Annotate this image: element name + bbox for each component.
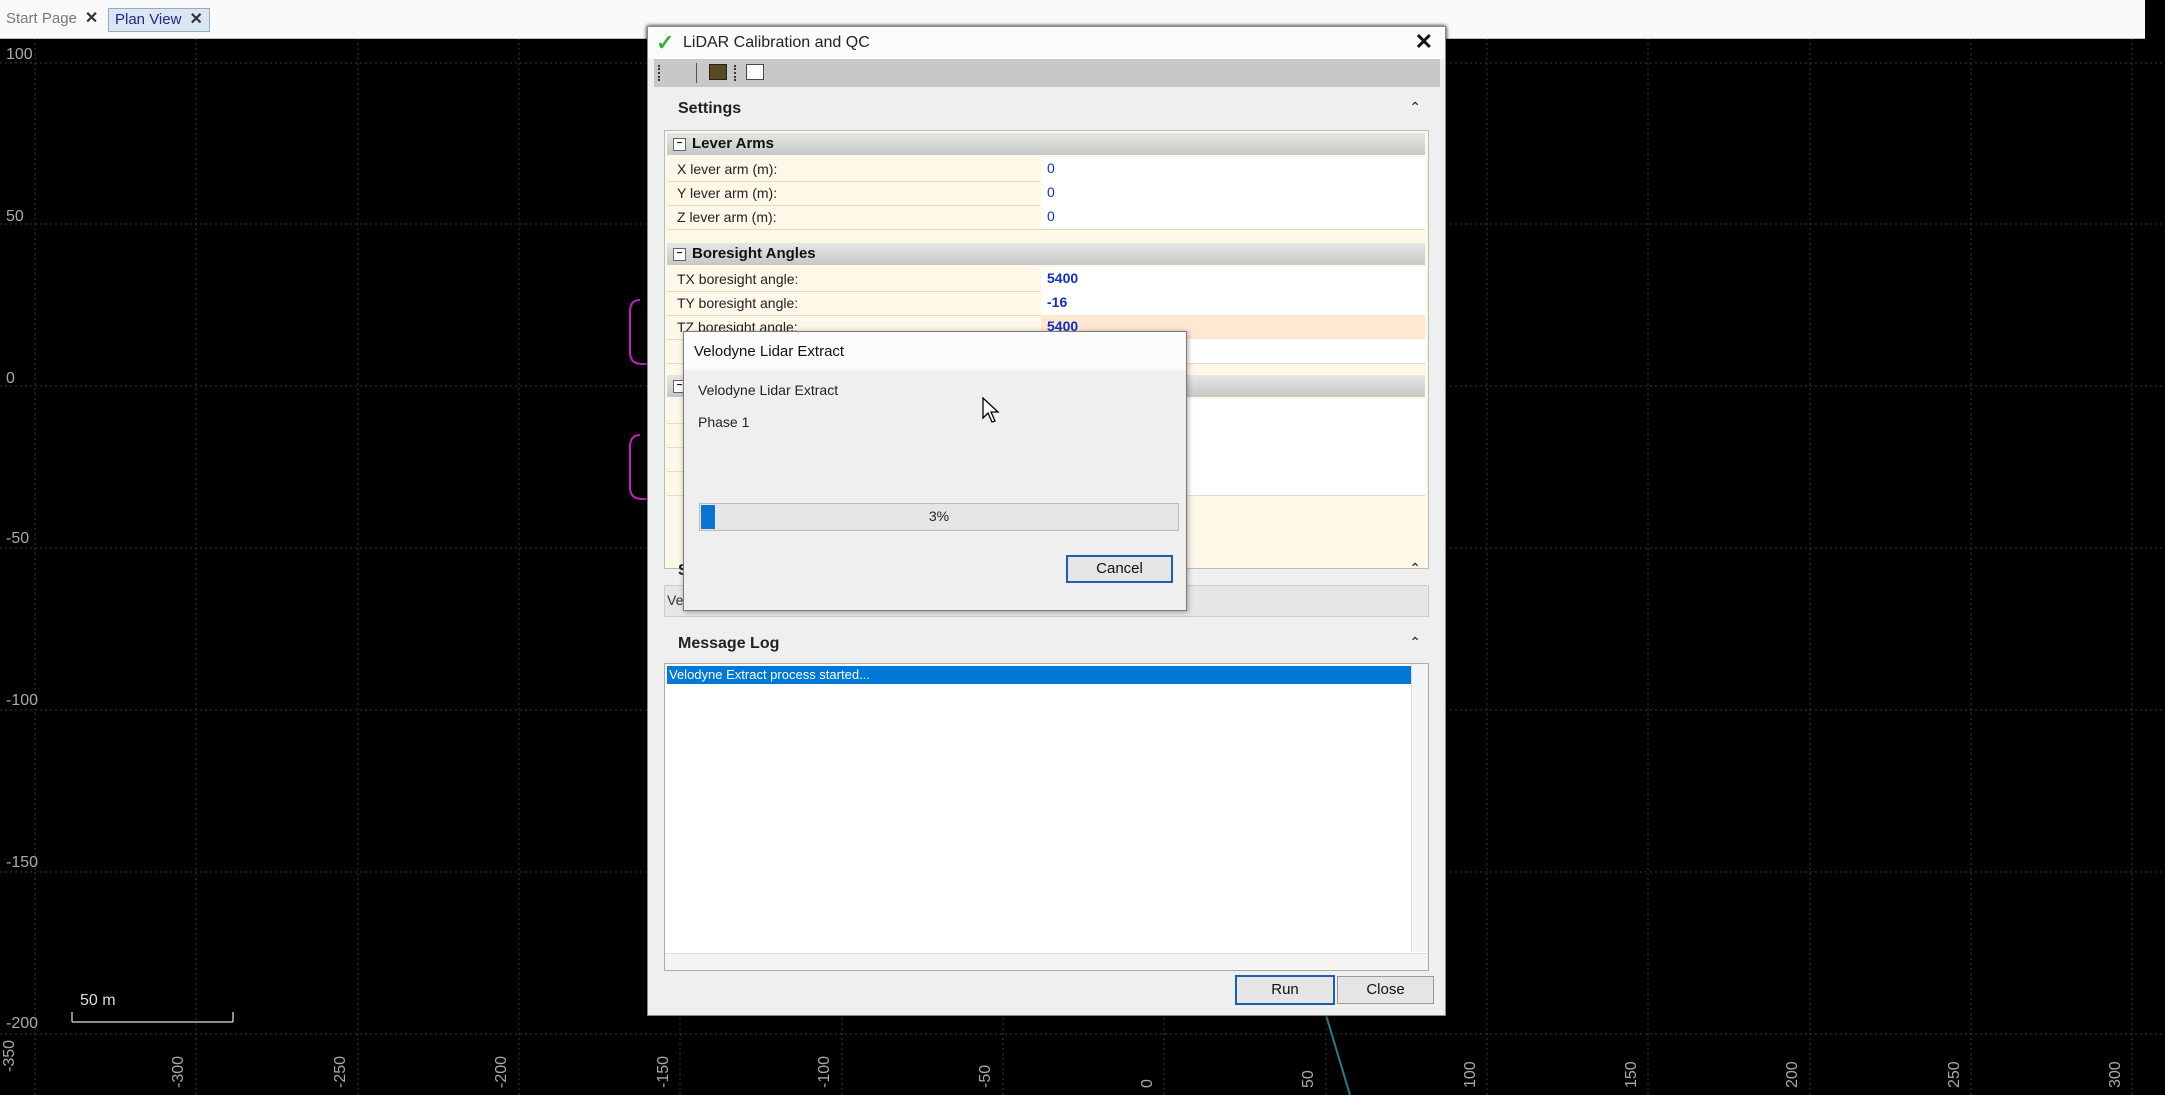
property-row: TX boresight angle: 5400 — [667, 267, 1425, 292]
list-item[interactable]: Velodyne Extract process started... — [667, 666, 1412, 684]
x-tick: 50 — [1300, 1070, 1317, 1088]
property-row: TY boresight angle: -16 — [667, 291, 1425, 316]
property-value[interactable]: 0 — [1041, 157, 1425, 181]
progress-percent: 3% — [928, 508, 950, 524]
horizontal-scrollbar[interactable] — [665, 953, 1428, 970]
progress-task-label: Velodyne Lidar Extract — [698, 382, 839, 398]
y-tick: -200 — [6, 1015, 39, 1032]
close-button[interactable]: Close — [1337, 976, 1434, 1004]
category-lever-arms[interactable]: − Lever Arms — [667, 133, 1425, 155]
toolbar-grip — [734, 65, 738, 81]
category-label: Boresight Angles — [692, 245, 816, 262]
y-tick: 100 — [6, 46, 33, 63]
message-log-header: Message Log — [678, 635, 780, 652]
tab-label: Start Page — [6, 10, 77, 27]
property-label: Y lever arm (m): — [677, 185, 778, 201]
toolbar-grip — [658, 65, 662, 81]
tab-plan-view[interactable]: Plan View ✕ — [108, 8, 210, 32]
x-tick: 150 — [1623, 1061, 1640, 1088]
checkmark-icon: ✓ — [656, 30, 675, 55]
close-icon[interactable]: ✕ — [1415, 29, 1433, 55]
scale-bar-label: 50 m — [80, 992, 116, 1009]
collapse-icon[interactable]: ⌃ — [1409, 634, 1421, 651]
close-icon[interactable]: ✕ — [189, 11, 202, 28]
close-icon[interactable]: ✕ — [85, 10, 98, 27]
x-tick: -200 — [493, 1055, 510, 1088]
vertical-scrollbar[interactable] — [1411, 664, 1428, 952]
dialog-title-bar: ✓ LiDAR Calibration and QC ✕ — [648, 27, 1445, 59]
property-row: Z lever arm (m): 0 — [667, 205, 1425, 230]
y-tick: -100 — [6, 692, 39, 709]
property-value[interactable]: 0 — [1041, 205, 1425, 229]
property-row: X lever arm (m): 0 — [667, 157, 1425, 182]
collapse-icon[interactable]: ⌃ — [1409, 560, 1421, 577]
settings-header: Settings — [678, 100, 742, 117]
run-button[interactable]: Run — [1235, 975, 1335, 1005]
x-tick: -50 — [977, 1064, 994, 1088]
message-log-list[interactable]: Velodyne Extract process started... — [664, 663, 1429, 971]
x-tick: -350 — [1, 1039, 18, 1072]
category-label: Lever Arms — [692, 135, 774, 152]
property-value[interactable]: 5400 — [1041, 267, 1425, 291]
x-tick: -150 — [655, 1055, 672, 1088]
progress-title: Velodyne Lidar Extract — [694, 343, 845, 360]
x-tick: 300 — [2107, 1061, 2124, 1088]
y-tick: -150 — [6, 854, 39, 871]
property-value[interactable]: 0 — [1041, 181, 1425, 205]
property-label: TX boresight angle: — [677, 271, 799, 287]
mouse-cursor-icon — [982, 397, 1000, 423]
progress-title-bar: Velodyne Lidar Extract — [684, 332, 1186, 370]
x-tick: 200 — [1784, 1061, 1801, 1088]
tab-start-page[interactable]: Start Page ✕ — [0, 8, 98, 30]
progress-dialog: Velodyne Lidar Extract Velodyne Lidar Ex… — [683, 331, 1187, 611]
property-label: Z lever arm (m): — [677, 209, 777, 225]
y-tick: 50 — [6, 208, 24, 225]
progress-phase-label: Phase 1 — [698, 414, 750, 430]
property-label: X lever arm (m): — [677, 161, 778, 177]
folder-icon[interactable] — [709, 64, 727, 80]
collapse-icon[interactable]: ⌃ — [1409, 99, 1421, 116]
scale-bar — [71, 1012, 234, 1023]
dialog-title: LiDAR Calibration and QC — [683, 34, 870, 51]
x-tick: -250 — [332, 1055, 349, 1088]
property-row: Y lever arm (m): 0 — [667, 181, 1425, 206]
category-boresight-angles[interactable]: − Boresight Angles — [667, 243, 1425, 265]
x-tick: -100 — [816, 1055, 833, 1088]
trajectory-line — [1325, 1014, 1351, 1095]
toolbar-separator — [696, 63, 697, 83]
tab-label: Plan View — [115, 11, 182, 28]
x-tick: 0 — [1139, 1079, 1156, 1088]
minus-icon[interactable]: − — [673, 137, 686, 151]
progress-bar: 3% — [699, 503, 1179, 531]
y-tick: -50 — [6, 530, 30, 547]
x-tick: 100 — [1462, 1061, 1479, 1088]
property-value[interactable]: -16 — [1041, 291, 1425, 315]
property-label: TY boresight angle: — [677, 295, 799, 311]
toolbar — [654, 59, 1440, 87]
y-tick: 0 — [6, 370, 15, 387]
x-tick: 250 — [1946, 1061, 1963, 1088]
minus-icon[interactable]: − — [673, 247, 686, 261]
cancel-button[interactable]: Cancel — [1066, 555, 1173, 583]
x-tick: -300 — [170, 1055, 187, 1088]
settings-grid-icon[interactable] — [746, 64, 764, 80]
